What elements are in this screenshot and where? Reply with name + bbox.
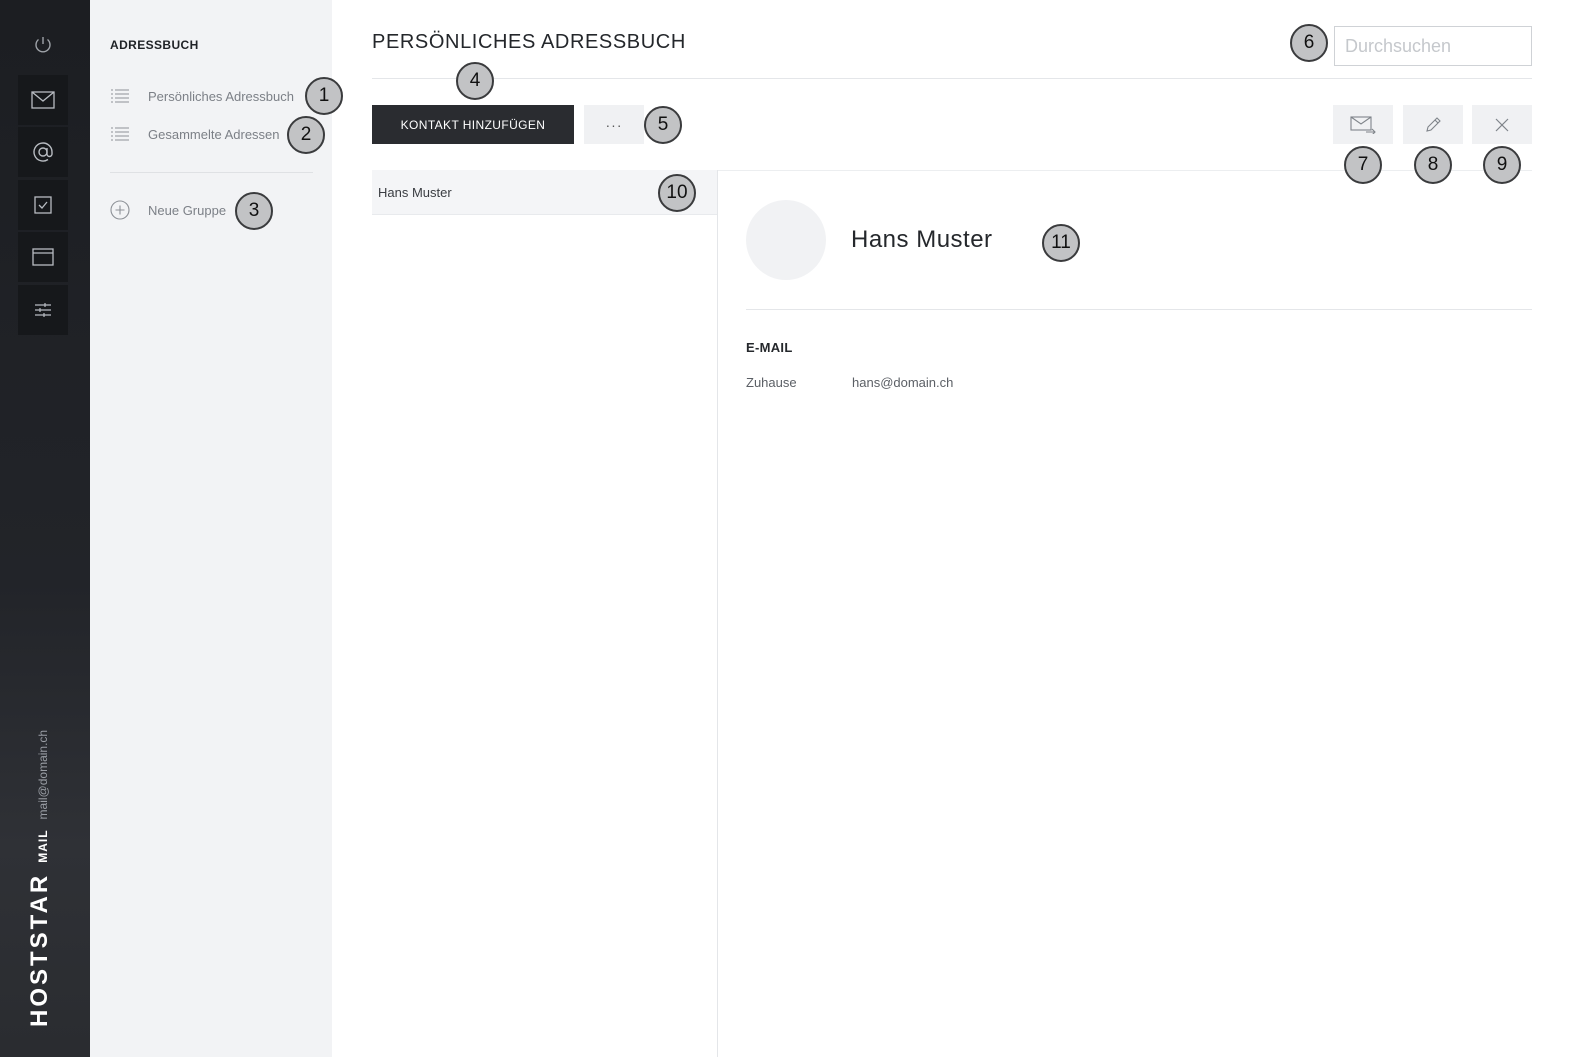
tasks-icon (34, 196, 52, 214)
plus-circle-icon (110, 200, 130, 220)
detail-divider (746, 309, 1532, 310)
logout-button[interactable] (18, 20, 68, 70)
contact-detail: Hans Muster E-MAIL Zuhause hans@domain.c… (718, 170, 1532, 1057)
rail-addressbook-button[interactable] (18, 127, 68, 177)
edit-icon (1426, 116, 1441, 132)
header-divider (372, 78, 1532, 79)
account-email: mail@domain.ch (36, 729, 50, 820)
sidebar-divider (110, 172, 313, 173)
edit-contact-button[interactable] (1403, 105, 1463, 144)
at-icon (33, 142, 53, 162)
email-section-heading: E-MAIL (746, 340, 793, 355)
brand-product: MAIL (36, 829, 50, 863)
email-address-link[interactable]: hans@domain.ch (852, 375, 953, 390)
more-options-button[interactable]: ··· (584, 105, 644, 144)
settings-icon (35, 303, 51, 317)
page-title: PERSÖNLICHES ADRESSBUCH (372, 31, 686, 53)
rail-settings-button[interactable] (18, 285, 68, 335)
callout-badge: 11 (1042, 224, 1080, 262)
sidebar-item-label: Gesammelte Adressen (148, 126, 280, 142)
sidebar-item-label: Persönliches Adressbuch (148, 88, 294, 104)
rail-tasks-button[interactable] (18, 180, 68, 230)
list-icon (111, 127, 129, 141)
contact-list: Hans Muster (372, 170, 718, 1057)
mail-icon (31, 91, 55, 109)
calendar-icon (32, 248, 54, 266)
brand-logo: HOSTSTAR (26, 872, 53, 1027)
new-group-button[interactable]: Neue Gruppe (110, 198, 226, 222)
callout-badge: 9 (1483, 146, 1521, 184)
close-icon (1495, 118, 1509, 131)
sidebar-item-personal-addressbook[interactable]: Persönliches Adressbuch (110, 84, 294, 108)
callout-badge: 3 (235, 192, 273, 230)
avatar (746, 200, 826, 280)
mail-icon (1350, 115, 1376, 134)
callout-badge: 7 (1344, 146, 1382, 184)
sidebar-title: ADRESSBUCH (110, 38, 199, 52)
list-icon (111, 89, 129, 103)
callout-badge: 10 (658, 174, 696, 212)
delete-contact-button[interactable] (1472, 105, 1532, 144)
app-rail: HOSTSTAR MAIL mail@domain.ch (0, 0, 90, 1057)
search-input[interactable] (1334, 26, 1532, 66)
email-type-label: Zuhause (746, 375, 797, 390)
callout-badge: 5 (644, 106, 682, 144)
callout-badge: 1 (305, 77, 343, 115)
contact-name: Hans Muster (851, 226, 993, 253)
contact-list-name: Hans Muster (378, 184, 452, 200)
send-mail-button[interactable] (1333, 105, 1393, 144)
callout-badge: 8 (1414, 146, 1452, 184)
rail-mail-button[interactable] (18, 75, 68, 125)
add-contact-button[interactable]: KONTAKT HINZUFÜGEN (372, 105, 574, 144)
power-icon (35, 37, 51, 53)
sidebar-item-collected-addresses[interactable]: Gesammelte Adressen (110, 122, 280, 146)
rail-calendar-button[interactable] (18, 232, 68, 282)
callout-badge: 6 (1290, 24, 1328, 62)
new-group-label: Neue Gruppe (148, 202, 227, 218)
main-panel: PERSÖNLICHES ADRESSBUCH KONTAKT HINZUFÜG… (332, 0, 1582, 1057)
callout-badge: 4 (456, 62, 494, 100)
callout-badge: 2 (287, 116, 325, 154)
addressbook-sidebar: ADRESSBUCH Persönliches Adressbuch Gesam… (90, 0, 332, 1057)
brand-block: HOSTSTAR MAIL mail@domain.ch (26, 707, 66, 1027)
